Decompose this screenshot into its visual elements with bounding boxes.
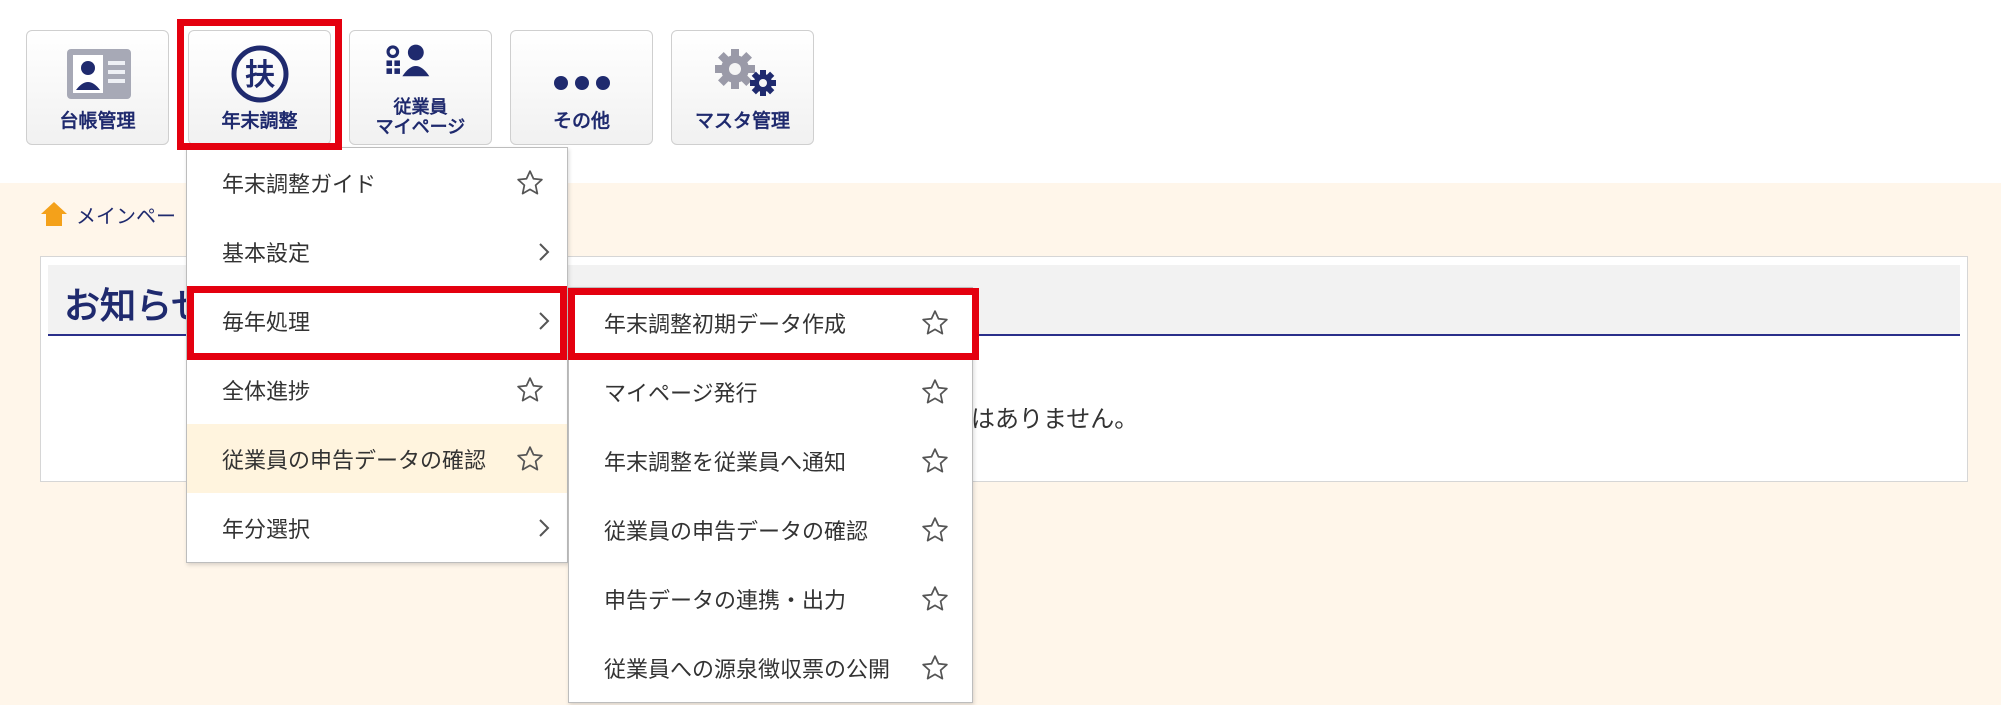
favorite-star-icon[interactable] xyxy=(920,653,950,683)
menu-item-label: 基本設定 xyxy=(222,241,311,267)
other-label: その他 xyxy=(552,110,610,132)
submenu-item-export-data[interactable]: 申告データの連携・出力 xyxy=(569,564,972,633)
submenu-item-label: 従業員の申告データの確認 xyxy=(604,519,869,545)
chevron-right-icon xyxy=(539,519,550,537)
favorite-star-icon[interactable] xyxy=(920,584,950,614)
menu-item-label: 全体進捗 xyxy=(222,379,311,405)
breadcrumb: メインペー xyxy=(40,199,176,229)
favorite-star-icon[interactable] xyxy=(515,444,545,474)
favorite-star-icon[interactable] xyxy=(920,446,950,476)
menu-item-basic-settings[interactable]: 基本設定 xyxy=(187,217,567,286)
home-icon xyxy=(41,202,67,226)
submenu-item-label: 従業員への源泉徴収票の公開 xyxy=(604,657,891,683)
ledger-management-button[interactable]: 台帳管理 xyxy=(26,30,169,145)
year-end-adjustment-button[interactable]: 扶 年末調整 xyxy=(188,30,331,145)
chevron-right-icon xyxy=(539,243,550,261)
year-end-adjustment-label: 年末調整 xyxy=(221,110,298,132)
submenu-item-notify-employees[interactable]: 年末調整を従業員へ通知 xyxy=(569,426,972,495)
year-end-icon-glyph: 扶 xyxy=(245,58,275,93)
employee-mypage-button[interactable]: 従業員 マイページ xyxy=(349,30,492,145)
submenu-item-label: 年末調整初期データ作成 xyxy=(604,312,847,338)
submenu-item-label: マイページ発行 xyxy=(604,381,758,407)
favorite-star-icon[interactable] xyxy=(920,308,950,338)
employee-mypage-label-line2: マイページ xyxy=(375,117,466,138)
other-button[interactable]: その他 xyxy=(510,30,653,145)
submenu-item-create-initial-data[interactable]: 年末調整初期データ作成 xyxy=(569,288,972,357)
submenu-item-confirm-declarations[interactable]: 従業員の申告データの確認 xyxy=(569,495,972,564)
menu-item-label: 年末調整ガイド xyxy=(222,172,377,198)
employee-settings-icon xyxy=(386,44,430,77)
favorite-star-icon[interactable] xyxy=(515,375,545,405)
submenu-item-label: 年末調整を従業員へ通知 xyxy=(604,450,847,476)
notice-message: はありません。 xyxy=(971,405,1139,433)
favorite-star-icon[interactable] xyxy=(515,168,545,198)
menu-item-label: 毎年処理 xyxy=(222,310,311,336)
menu-item-label: 従業員の申告データの確認 xyxy=(222,448,487,474)
id-card-icon xyxy=(67,49,131,99)
menu-item-confirm-declarations[interactable]: 従業員の申告データの確認 xyxy=(187,424,567,493)
gears-icon xyxy=(715,49,776,96)
breadcrumb-home-link[interactable]: メインペー xyxy=(76,200,176,229)
more-dots-icon xyxy=(554,76,610,90)
year-end-dropdown-menu: 年末調整ガイド 基本設定 毎年処理 全体進捗 従業員の申告データの確認 年分選択 xyxy=(186,147,568,563)
year-end-adjustment-icon: 扶 xyxy=(231,45,289,103)
menu-item-label: 年分選択 xyxy=(222,517,311,543)
employee-mypage-label: 従業員 マイページ xyxy=(350,98,491,138)
ledger-management-label: 台帳管理 xyxy=(59,110,136,132)
menu-item-year-select[interactable]: 年分選択 xyxy=(187,493,567,562)
favorite-star-icon[interactable] xyxy=(920,515,950,545)
chevron-right-icon xyxy=(539,312,550,330)
master-management-label: マスタ管理 xyxy=(694,110,790,132)
submenu-item-label: 申告データの連携・出力 xyxy=(604,588,847,614)
submenu-item-publish-withholding-slip[interactable]: 従業員への源泉徴収票の公開 xyxy=(569,633,972,702)
favorite-star-icon[interactable] xyxy=(920,377,950,407)
submenu-item-issue-mypage[interactable]: マイページ発行 xyxy=(569,357,972,426)
menu-item-guide[interactable]: 年末調整ガイド xyxy=(187,148,567,217)
annual-processing-submenu: 年末調整初期データ作成 マイページ発行 年末調整を従業員へ通知 従業員の申告デー… xyxy=(568,287,973,703)
menu-item-overall-progress[interactable]: 全体進捗 xyxy=(187,355,567,424)
menu-item-annual-processing[interactable]: 毎年処理 xyxy=(187,286,567,355)
employee-mypage-label-line1: 従業員 xyxy=(393,97,448,118)
master-management-button[interactable]: マスタ管理 xyxy=(671,30,814,145)
